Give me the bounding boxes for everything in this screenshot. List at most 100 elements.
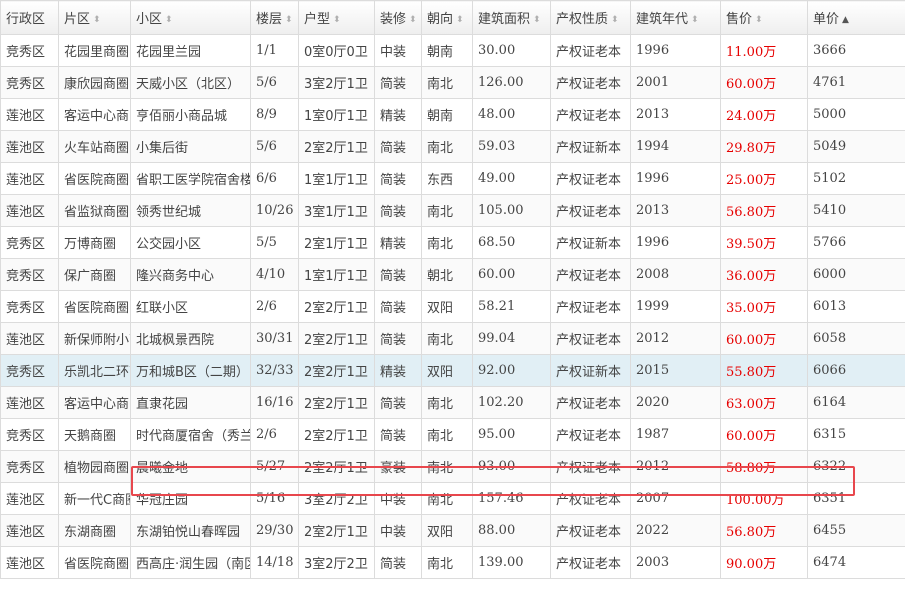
table-row[interactable]: 莲池区省医院商圈西高庄·润生园（南区）14/183室2厅2卫简装南北139.00… bbox=[0, 546, 905, 579]
cell-layout: 0室0厅0卫 bbox=[298, 34, 375, 67]
cell-district: 竞秀区 bbox=[0, 66, 59, 99]
column-header-decoration[interactable]: 装修 ⬍ bbox=[374, 0, 422, 35]
cell-ownership: 产权证老本 bbox=[550, 162, 631, 195]
cell-price: 39.50万 bbox=[720, 226, 808, 259]
cell-build-year: 1987 bbox=[630, 418, 721, 451]
column-header-layout[interactable]: 户型 ⬍ bbox=[298, 0, 375, 35]
table-row[interactable]: 莲池区客运中心商圈亨佰丽小商品城8/91室0厅1卫精装朝南48.00产权证老本2… bbox=[0, 98, 905, 131]
cell-decoration: 简装 bbox=[374, 322, 422, 355]
cell-area: 客运中心商圈 bbox=[58, 386, 131, 419]
column-header-price[interactable]: 售价 ⬍ bbox=[720, 0, 808, 35]
cell-price: 35.00万 bbox=[720, 290, 808, 323]
column-header-district[interactable]: 行政区 bbox=[0, 0, 59, 35]
cell-district: 竞秀区 bbox=[0, 450, 59, 483]
cell-orientation: 南北 bbox=[421, 482, 473, 515]
column-header-ownership[interactable]: 产权性质 ⬍ bbox=[550, 0, 631, 35]
table-row[interactable]: 莲池区 省医院商圈 省职工医学院宿舍楼 6/6 1室1厅1卫 简装 东西 49.00 产权证老本… bbox=[0, 162, 905, 195]
cell-build-year: 2022 bbox=[630, 514, 721, 547]
cell-floor-area: 68.50 bbox=[472, 226, 551, 259]
cell-community: 晨曦金地 bbox=[130, 450, 251, 483]
cell-price: 11.00万 bbox=[720, 34, 808, 67]
cell-build-year: 2007 bbox=[630, 482, 721, 515]
cell-unit-price: 5049 bbox=[807, 130, 905, 163]
column-header-floor[interactable]: 楼层 ⬍ bbox=[250, 0, 299, 35]
cell-ownership: 产权证老本 bbox=[550, 34, 631, 67]
cell-orientation: 南北 bbox=[421, 546, 473, 579]
cell-decoration: 精装 bbox=[374, 226, 422, 259]
table-row[interactable]: 莲池区 省监狱商圈 领秀世纪城 10/26 3室1厅1卫 简装 南北 105.00 产权证老本 2… bbox=[0, 194, 905, 227]
cell-price: 60.00万 bbox=[720, 66, 808, 99]
table-row[interactable]: 竞秀区乐凯北二环商圈万和城B区（二期）32/332室2厅1卫精装双阳92.00产… bbox=[0, 354, 905, 387]
table-row[interactable]: 竞秀区 康欣园商圈 天威小区（北区） 5/6 3室2厅1卫 简装 南北 126.00 产权证老本… bbox=[0, 66, 905, 99]
cell-floor-area: 92.00 bbox=[472, 354, 551, 387]
column-header-floor-area[interactable]: 建筑面积 ⬍ bbox=[472, 0, 551, 35]
cell-district: 竞秀区 bbox=[0, 418, 59, 451]
cell-unit-price: 3666 bbox=[807, 34, 905, 67]
cell-area: 万博商圈 bbox=[58, 226, 131, 259]
cell-decoration: 简装 bbox=[374, 258, 422, 291]
cell-price: 25.00万 bbox=[720, 162, 808, 195]
table-row[interactable]: 竞秀区 省医院商圈 红联小区 2/6 2室2厅1卫 简装 双阳 58.21 产权证老本 1999 3… bbox=[0, 290, 905, 323]
cell-price: 90.00万 bbox=[720, 546, 808, 579]
cell-community: 小集后街 bbox=[130, 130, 251, 163]
cell-price: 56.80万 bbox=[720, 194, 808, 227]
cell-unit-price: 5000 bbox=[807, 98, 905, 131]
cell-area: 乐凯北二环商圈 bbox=[58, 354, 131, 387]
cell-floor: 2/6 bbox=[250, 290, 299, 323]
cell-ownership: 产权证新本 bbox=[550, 226, 631, 259]
cell-orientation: 双阳 bbox=[421, 514, 473, 547]
cell-area: 植物园商圈 bbox=[58, 450, 131, 483]
cell-layout: 2室2厅1卫 bbox=[298, 290, 375, 323]
column-header-label: 行政区 bbox=[6, 12, 46, 27]
table-row[interactable]: 莲池区客运中心商圈直隶花园16/162室2厅1卫简装南北102.20产权证老本2… bbox=[0, 386, 905, 419]
table-row[interactable]: 莲池区新一代C商圈华冠庄园5/163室2厅2卫中装南北157.46产权证老本20… bbox=[0, 482, 905, 515]
column-header-community[interactable]: 小区 ⬍ bbox=[130, 0, 251, 35]
cell-unit-price: 6066 bbox=[807, 354, 905, 387]
cell-orientation: 南北 bbox=[421, 386, 473, 419]
sort-icon: ⬍ bbox=[691, 15, 699, 25]
cell-build-year: 2013 bbox=[630, 98, 721, 131]
cell-community: 西高庄·润生园（南区） bbox=[130, 546, 251, 579]
cell-build-year: 1999 bbox=[630, 290, 721, 323]
cell-decoration: 简装 bbox=[374, 290, 422, 323]
cell-ownership: 产权证老本 bbox=[550, 386, 631, 419]
table-row[interactable]: 莲池区新保师附小商圈北城枫景西院30/312室2厅1卫简装南北99.04产权证老… bbox=[0, 322, 905, 355]
cell-floor: 4/10 bbox=[250, 258, 299, 291]
cell-ownership: 产权证老本 bbox=[550, 290, 631, 323]
sort-icon: ⬍ bbox=[333, 15, 341, 25]
cell-area: 火车站商圈 bbox=[58, 130, 131, 163]
cell-layout: 2室2厅1卫 bbox=[298, 514, 375, 547]
cell-floor: 14/18 bbox=[250, 546, 299, 579]
cell-district: 莲池区 bbox=[0, 322, 59, 355]
column-header-label: 产权性质 bbox=[556, 12, 609, 27]
column-header-unit-price[interactable]: 单价 ▲ bbox=[807, 0, 905, 35]
cell-district: 莲池区 bbox=[0, 98, 59, 131]
column-header-orientation[interactable]: 朝向 ⬍ bbox=[421, 0, 473, 35]
column-header-build-year[interactable]: 建筑年代 ⬍ bbox=[630, 0, 721, 35]
cell-area: 客运中心商圈 bbox=[58, 98, 131, 131]
cell-district: 竞秀区 bbox=[0, 290, 59, 323]
cell-floor: 30/31 bbox=[250, 322, 299, 355]
cell-orientation: 双阳 bbox=[421, 354, 473, 387]
sort-icon: ⬍ bbox=[456, 15, 464, 25]
column-header-label: 片区 bbox=[64, 12, 91, 27]
table-row[interactable]: 竞秀区 保广商圈 隆兴商务中心 4/10 1室1厅1卫 简装 朝北 60.00 产权证老本 200… bbox=[0, 258, 905, 291]
column-header-label: 小区 bbox=[136, 12, 163, 27]
cell-ownership: 产权证老本 bbox=[550, 66, 631, 99]
table-row[interactable]: 竞秀区 花园里商圈 花园里兰园 1/1 0室0厅0卫 中装 朝南 30.00 产权证老本 1996… bbox=[0, 34, 905, 67]
cell-unit-price: 6058 bbox=[807, 322, 905, 355]
cell-layout: 2室2厅1卫 bbox=[298, 354, 375, 387]
cell-decoration: 中装 bbox=[374, 482, 422, 515]
cell-district: 莲池区 bbox=[0, 194, 59, 227]
table-row[interactable]: 竞秀区 植物园商圈 晨曦金地 5/27 2室2厅1卫 豪装 南北 93.00 产权证老本 2012… bbox=[0, 450, 905, 483]
table-row[interactable]: 莲池区 东湖商圈 东湖铂悦山春晖园 29/30 2室2厅1卫 中装 双阳 88.00 产权证老本… bbox=[0, 514, 905, 547]
cell-floor: 5/27 bbox=[250, 450, 299, 483]
cell-build-year: 2020 bbox=[630, 386, 721, 419]
column-header-area[interactable]: 片区 ⬍ bbox=[58, 0, 131, 35]
sort-icon: ⬍ bbox=[165, 15, 173, 25]
cell-unit-price: 6164 bbox=[807, 386, 905, 419]
table-row[interactable]: 竞秀区 万博商圈 公交园小区 5/5 2室1厅1卫 精装 南北 68.50 产权证新本 1996 3… bbox=[0, 226, 905, 259]
table-row[interactable]: 莲池区 火车站商圈 小集后街 5/6 2室2厅1卫 简装 南北 59.03 产权证新本 1994 2… bbox=[0, 130, 905, 163]
cell-district: 竞秀区 bbox=[0, 258, 59, 291]
table-row[interactable]: 竞秀区天鹅商圈时代商厦宿舍（秀兰）2/62室2厅1卫简装南北95.00产权证老本… bbox=[0, 418, 905, 451]
